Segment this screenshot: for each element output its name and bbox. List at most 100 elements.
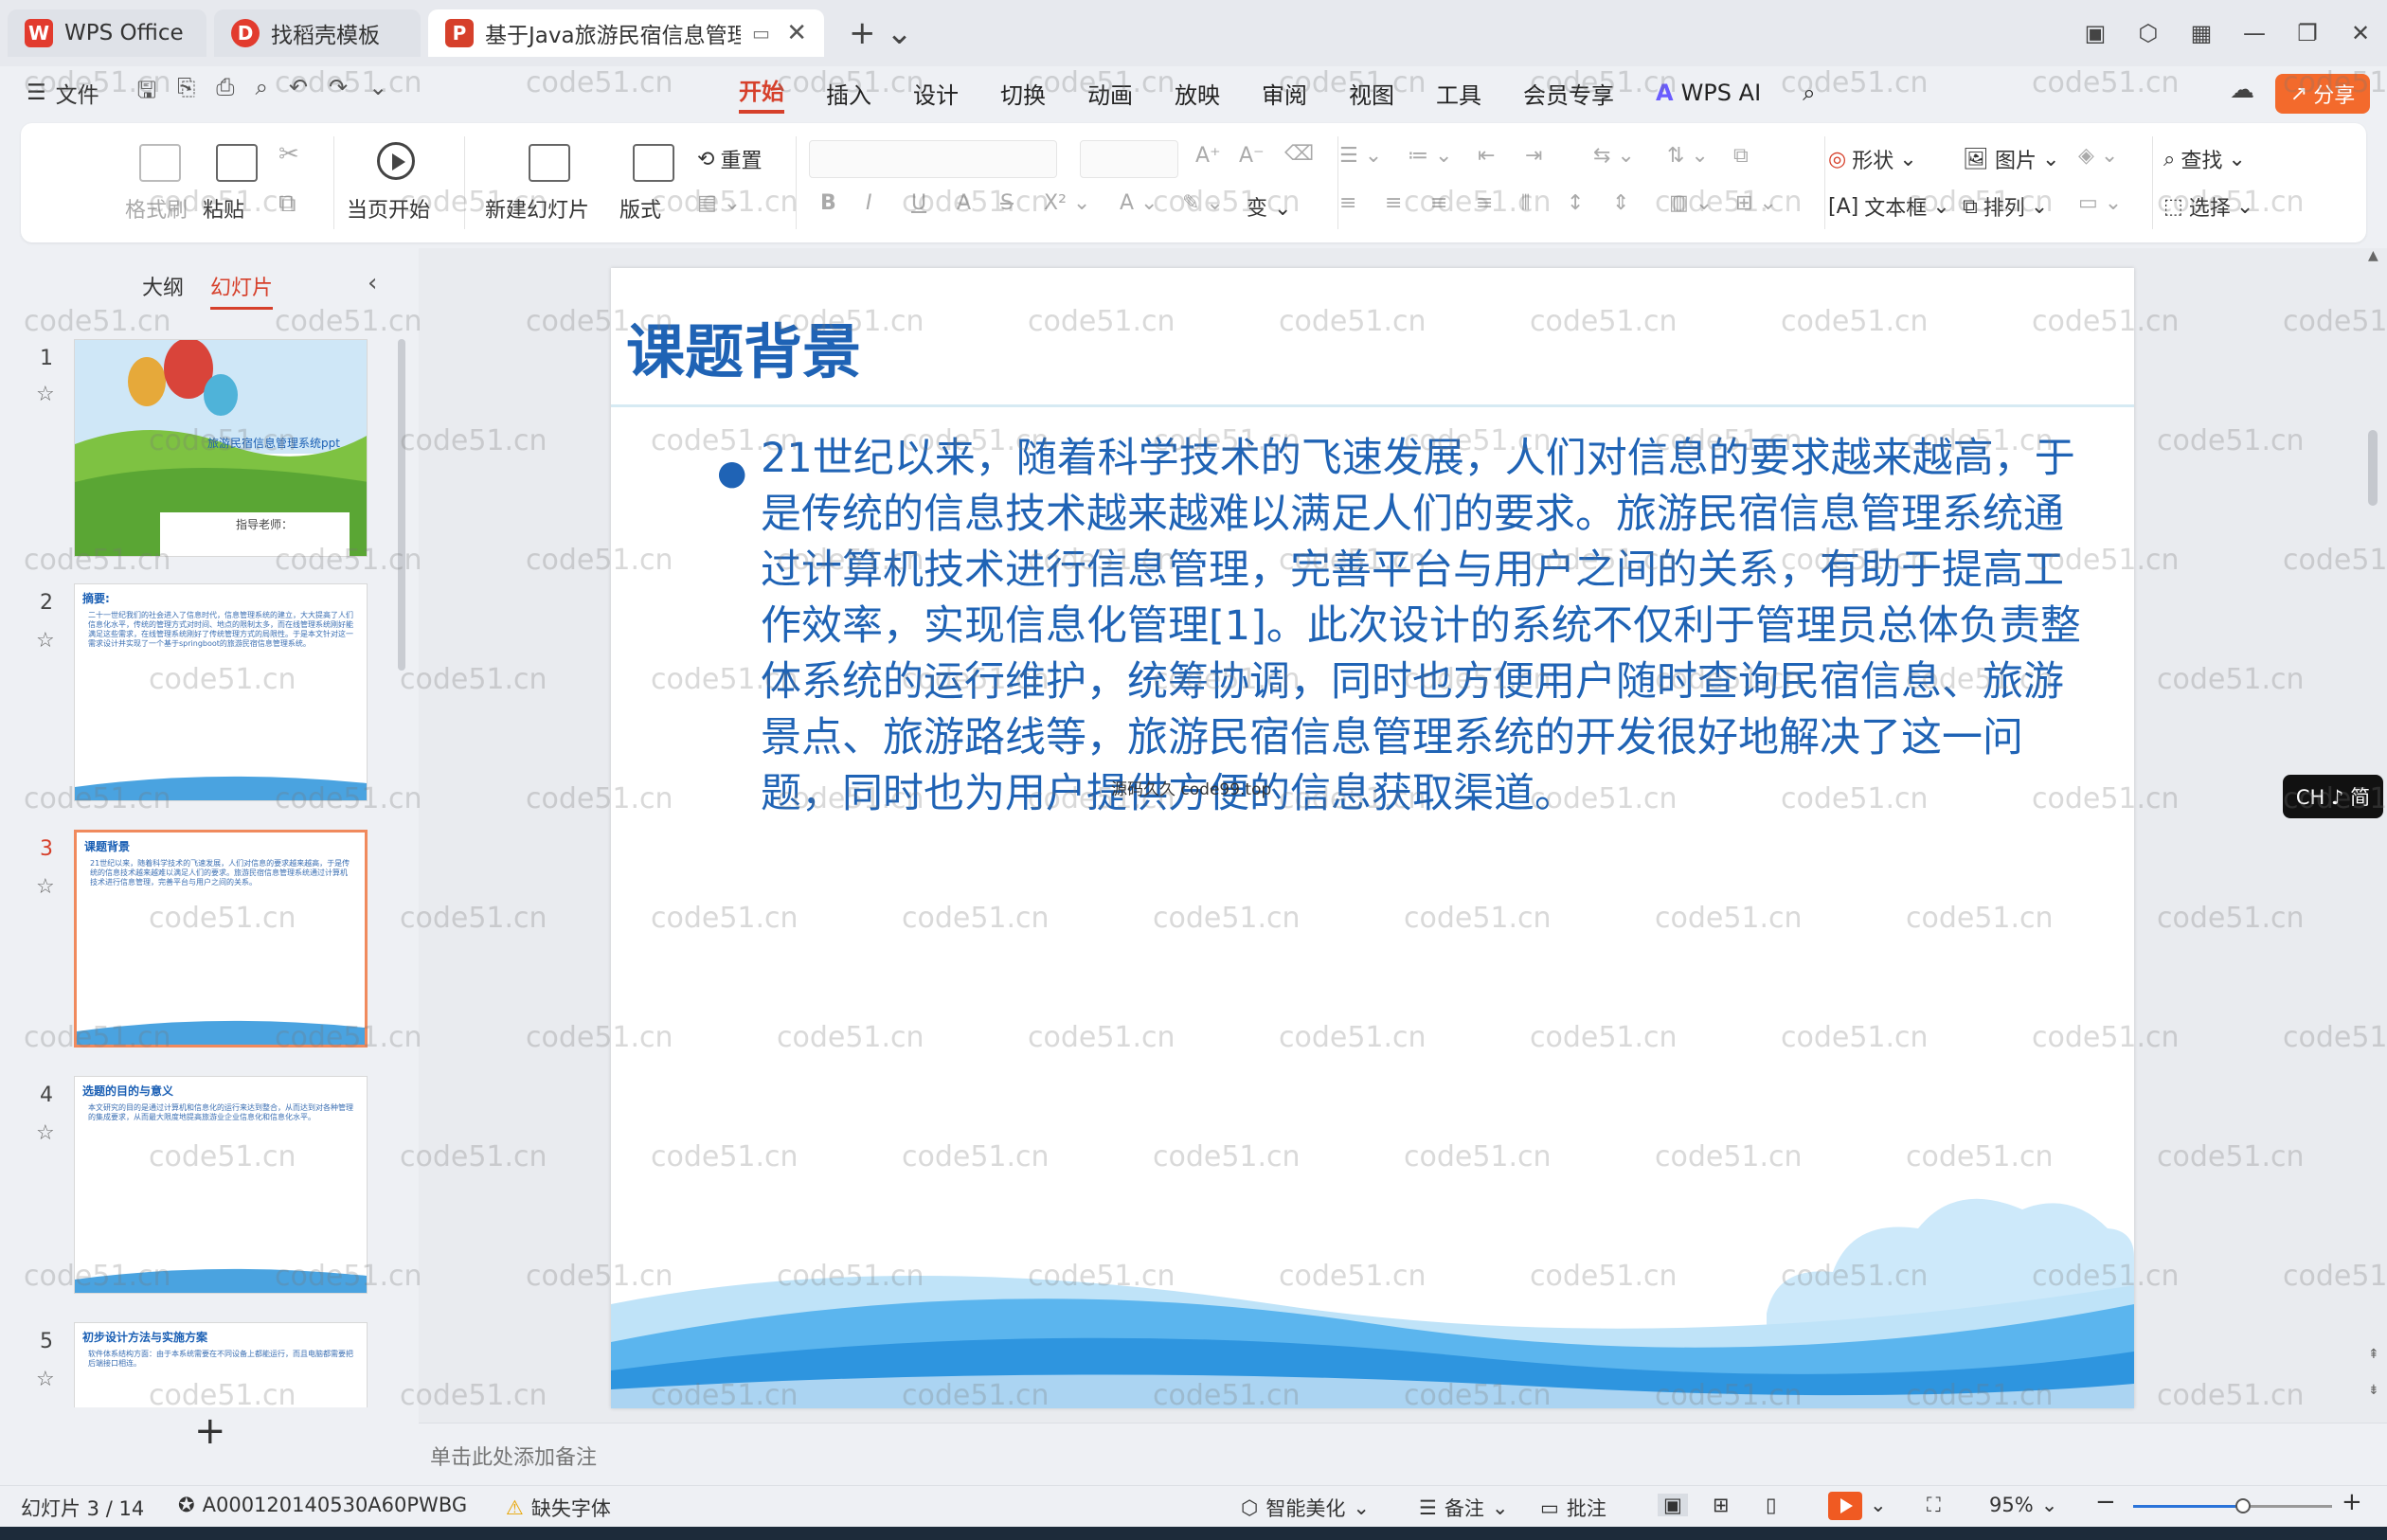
- missing-font-button[interactable]: ⚠ 缺失字体: [506, 1494, 611, 1522]
- tab-wps-office[interactable]: W WPS Office: [8, 9, 206, 57]
- new-slide-icon[interactable]: [529, 144, 570, 182]
- tab-outline[interactable]: 大纲: [142, 271, 184, 310]
- zoom-slider[interactable]: [2133, 1498, 2332, 1513]
- text-direction-icon[interactable]: ⇆ ⌄: [1593, 144, 1635, 168]
- font-family-select[interactable]: [809, 140, 1057, 178]
- play-from-current-label[interactable]: 当页开始: [347, 193, 430, 224]
- close-window-icon[interactable]: ✕: [2334, 20, 2387, 46]
- strikethrough-icon[interactable]: S: [1000, 191, 1014, 215]
- star-icon[interactable]: ☆: [36, 383, 55, 406]
- document-id[interactable]: ✪ A000120140530A60PWBG: [178, 1494, 467, 1516]
- menu-slideshow[interactable]: 放映: [1175, 77, 1220, 110]
- font-size-select[interactable]: [1080, 140, 1178, 178]
- cube-icon[interactable]: ⬡: [2122, 20, 2175, 46]
- section-icon[interactable]: ▤ ⌄: [697, 191, 741, 215]
- ime-indicator[interactable]: CH ♪ 简: [2283, 775, 2383, 818]
- fit-window-icon[interactable]: ⛶: [1927, 1494, 1941, 1517]
- grid-view-icon[interactable]: ⊞: [1713, 1494, 1730, 1516]
- next-slide-icon[interactable]: ⇟: [2368, 1383, 2379, 1398]
- tab-slides[interactable]: 幻灯片: [210, 271, 274, 310]
- more-icon[interactable]: ⌄: [368, 74, 387, 113]
- print-preview-icon[interactable]: ⌕: [255, 74, 267, 113]
- notes-toggle[interactable]: ☰ 备注 ⌄: [1419, 1494, 1508, 1522]
- print-icon[interactable]: ⎙: [216, 74, 234, 113]
- menu-tools[interactable]: 工具: [1436, 77, 1481, 110]
- new-tab-icon[interactable]: + ⌄: [849, 14, 913, 52]
- justify-icon[interactable]: ≡: [1476, 191, 1493, 215]
- star-icon[interactable]: ☆: [36, 875, 55, 899]
- slide-thumbnail-2[interactable]: 摘要: 二十一世纪我们的社会进入了信息时代，信息管理系统的建立，大大提高了人们信…: [74, 583, 368, 801]
- redo-icon[interactable]: ↷: [329, 74, 348, 113]
- slide-thumbnail-5[interactable]: 初步设计方法与实施方案 软件体系结构方面：由于本系统需要在不同设备上都能运行，而…: [74, 1322, 368, 1407]
- scroll-up-icon[interactable]: ▲: [2368, 248, 2378, 263]
- sort-icon[interactable]: ⇅ ⌄: [1667, 144, 1709, 168]
- new-slide-label[interactable]: 新建幻灯片: [485, 193, 589, 224]
- highlight-icon[interactable]: ✎ ⌄: [1182, 191, 1224, 215]
- slide-thumbnail-1[interactable]: 旅游民宿信息管理系统ppt 指导老师：: [74, 339, 368, 557]
- underline-button[interactable]: U: [911, 191, 926, 215]
- star-icon[interactable]: ☆: [36, 1368, 55, 1391]
- menu-view[interactable]: 视图: [1349, 77, 1394, 110]
- zoom-in-icon[interactable]: +: [2342, 1488, 2362, 1516]
- tab-template[interactable]: D 找稻壳模板: [214, 9, 421, 57]
- star-icon[interactable]: ☆: [36, 1121, 55, 1145]
- format-painter-icon[interactable]: [139, 144, 181, 182]
- indent-icon[interactable]: ⇥: [1525, 144, 1542, 168]
- play-options-icon[interactable]: ⌄: [1870, 1494, 1887, 1516]
- avatar[interactable]: ▦: [2175, 20, 2228, 46]
- undo-icon[interactable]: ↶: [289, 74, 308, 113]
- menu-animation[interactable]: 动画: [1087, 77, 1133, 110]
- comments-toggle[interactable]: ▭ 批注: [1540, 1494, 1606, 1522]
- paste-label[interactable]: 粘贴: [203, 193, 244, 224]
- format-painter-label[interactable]: 格式刷: [125, 193, 188, 224]
- select-button[interactable]: ⬚ 选择 ⌄: [2163, 191, 2253, 222]
- slide-thumbnail-4[interactable]: 选题的目的与意义 本文研究的目的是通过计算机和信息化的运行来达到整合，从而达到对…: [74, 1076, 368, 1294]
- zoom-out-icon[interactable]: −: [2095, 1488, 2116, 1516]
- star-icon[interactable]: ☆: [36, 629, 55, 653]
- textbox-button[interactable]: [A] 文本框 ⌄: [1828, 191, 1950, 222]
- menu-wps-ai[interactable]: A WPS AI: [1656, 80, 1761, 106]
- beautify-button[interactable]: ⬡ 智能美化 ⌄: [1241, 1494, 1370, 1522]
- stage-scrollbar[interactable]: ▲ ⇞ ⇟: [2362, 248, 2387, 1423]
- search-icon[interactable]: ⌕: [1803, 80, 1815, 106]
- align-left-icon[interactable]: ≡: [1339, 191, 1356, 215]
- arrange-button[interactable]: ⧉ 排列 ⌄: [1963, 191, 2048, 222]
- fill-icon[interactable]: ◈ ⌄: [2078, 144, 2118, 168]
- cloud-upload-icon[interactable]: ☁: [2230, 76, 2254, 104]
- reading-view-icon[interactable]: ▯: [1766, 1494, 1777, 1516]
- share-button[interactable]: ↗ 分享: [2275, 74, 2370, 114]
- scrollbar-thumb[interactable]: [2368, 430, 2378, 506]
- paragraph-spacing-icon[interactable]: ⇕: [1612, 191, 1629, 215]
- text-align-icon[interactable]: ⊞ ⌄: [1735, 191, 1777, 215]
- menu-transition[interactable]: 切换: [1000, 77, 1046, 110]
- sidebar-toggle-icon[interactable]: ▣: [2069, 20, 2122, 46]
- line-spacing-icon[interactable]: ↕: [1567, 191, 1584, 215]
- slide-title[interactable]: 课题背景: [626, 304, 861, 389]
- slide-body-text[interactable]: 21世纪以来，随着科学技术的飞速发展，人们对信息的要求越来越高，于是传统的信息技…: [761, 431, 2087, 822]
- align-right-icon[interactable]: ≡: [1430, 191, 1447, 215]
- font-grow-icon[interactable]: A⁺: [1195, 144, 1221, 168]
- copy-icon[interactable]: ⧉: [278, 189, 296, 219]
- monitor-icon[interactable]: ▭: [752, 22, 770, 45]
- normal-view-icon[interactable]: ▣: [1658, 1494, 1688, 1516]
- superscript-icon[interactable]: X² ⌄: [1044, 191, 1090, 215]
- zoom-value[interactable]: 95% ⌄: [1989, 1494, 2057, 1516]
- export-icon[interactable]: ⎘: [177, 74, 195, 113]
- bold-button[interactable]: B: [820, 191, 836, 215]
- menu-insert[interactable]: 插入: [826, 77, 871, 110]
- reset-button[interactable]: ⟲ 重置: [697, 144, 762, 174]
- notes-pane[interactable]: 单击此处添加备注: [419, 1423, 2387, 1485]
- panel-scrollbar[interactable]: [398, 339, 405, 671]
- play-from-current-icon[interactable]: [377, 142, 415, 180]
- outline-icon[interactable]: ▭ ⌄: [2078, 191, 2122, 215]
- save-icon[interactable]: 🖫: [137, 74, 156, 113]
- distribute-icon[interactable]: ⫴: [1521, 191, 1530, 215]
- align-center-icon[interactable]: ≡: [1385, 191, 1402, 215]
- slide-thumbnail-3[interactable]: 课题背景 21世纪以来，随着科学技术的飞速发展，人们对信息的要求越来越高，于是传…: [74, 830, 368, 1048]
- outdent-icon[interactable]: ⇤: [1478, 144, 1495, 168]
- numbered-list-icon[interactable]: ≔ ⌄: [1408, 144, 1452, 168]
- menu-member[interactable]: 会员专享: [1523, 77, 1614, 110]
- text-effect-icon[interactable]: A: [957, 191, 971, 215]
- minimize-icon[interactable]: —: [2228, 20, 2281, 46]
- add-slide-icon[interactable]: +: [194, 1409, 226, 1453]
